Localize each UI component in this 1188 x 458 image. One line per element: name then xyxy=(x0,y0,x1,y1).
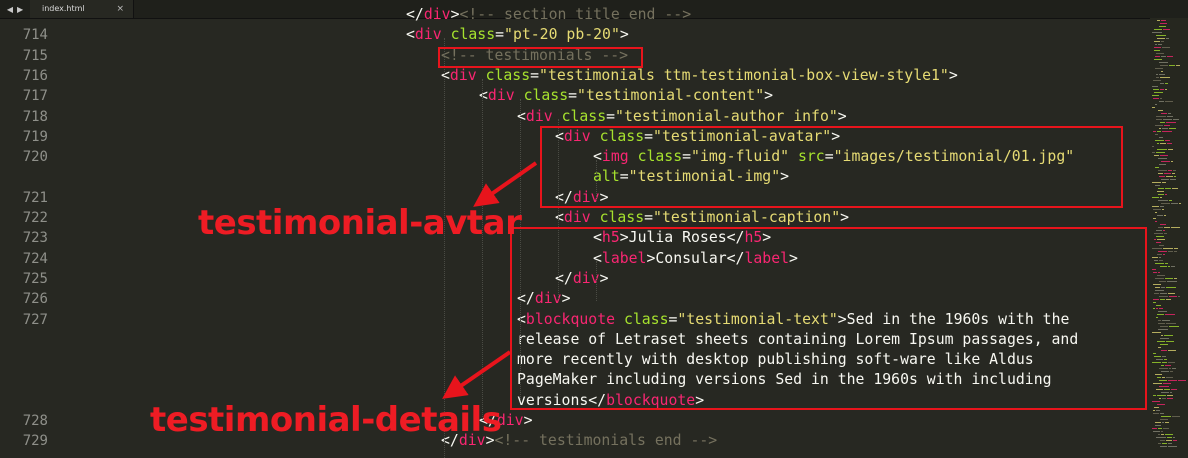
avatar-annotation-label: testimonial-avtar xyxy=(198,203,522,243)
details-annotation-label: testimonial-details xyxy=(150,400,502,440)
annotation-arrows xyxy=(442,161,538,399)
avatar-arrow xyxy=(473,161,538,207)
details-arrow xyxy=(442,350,512,399)
